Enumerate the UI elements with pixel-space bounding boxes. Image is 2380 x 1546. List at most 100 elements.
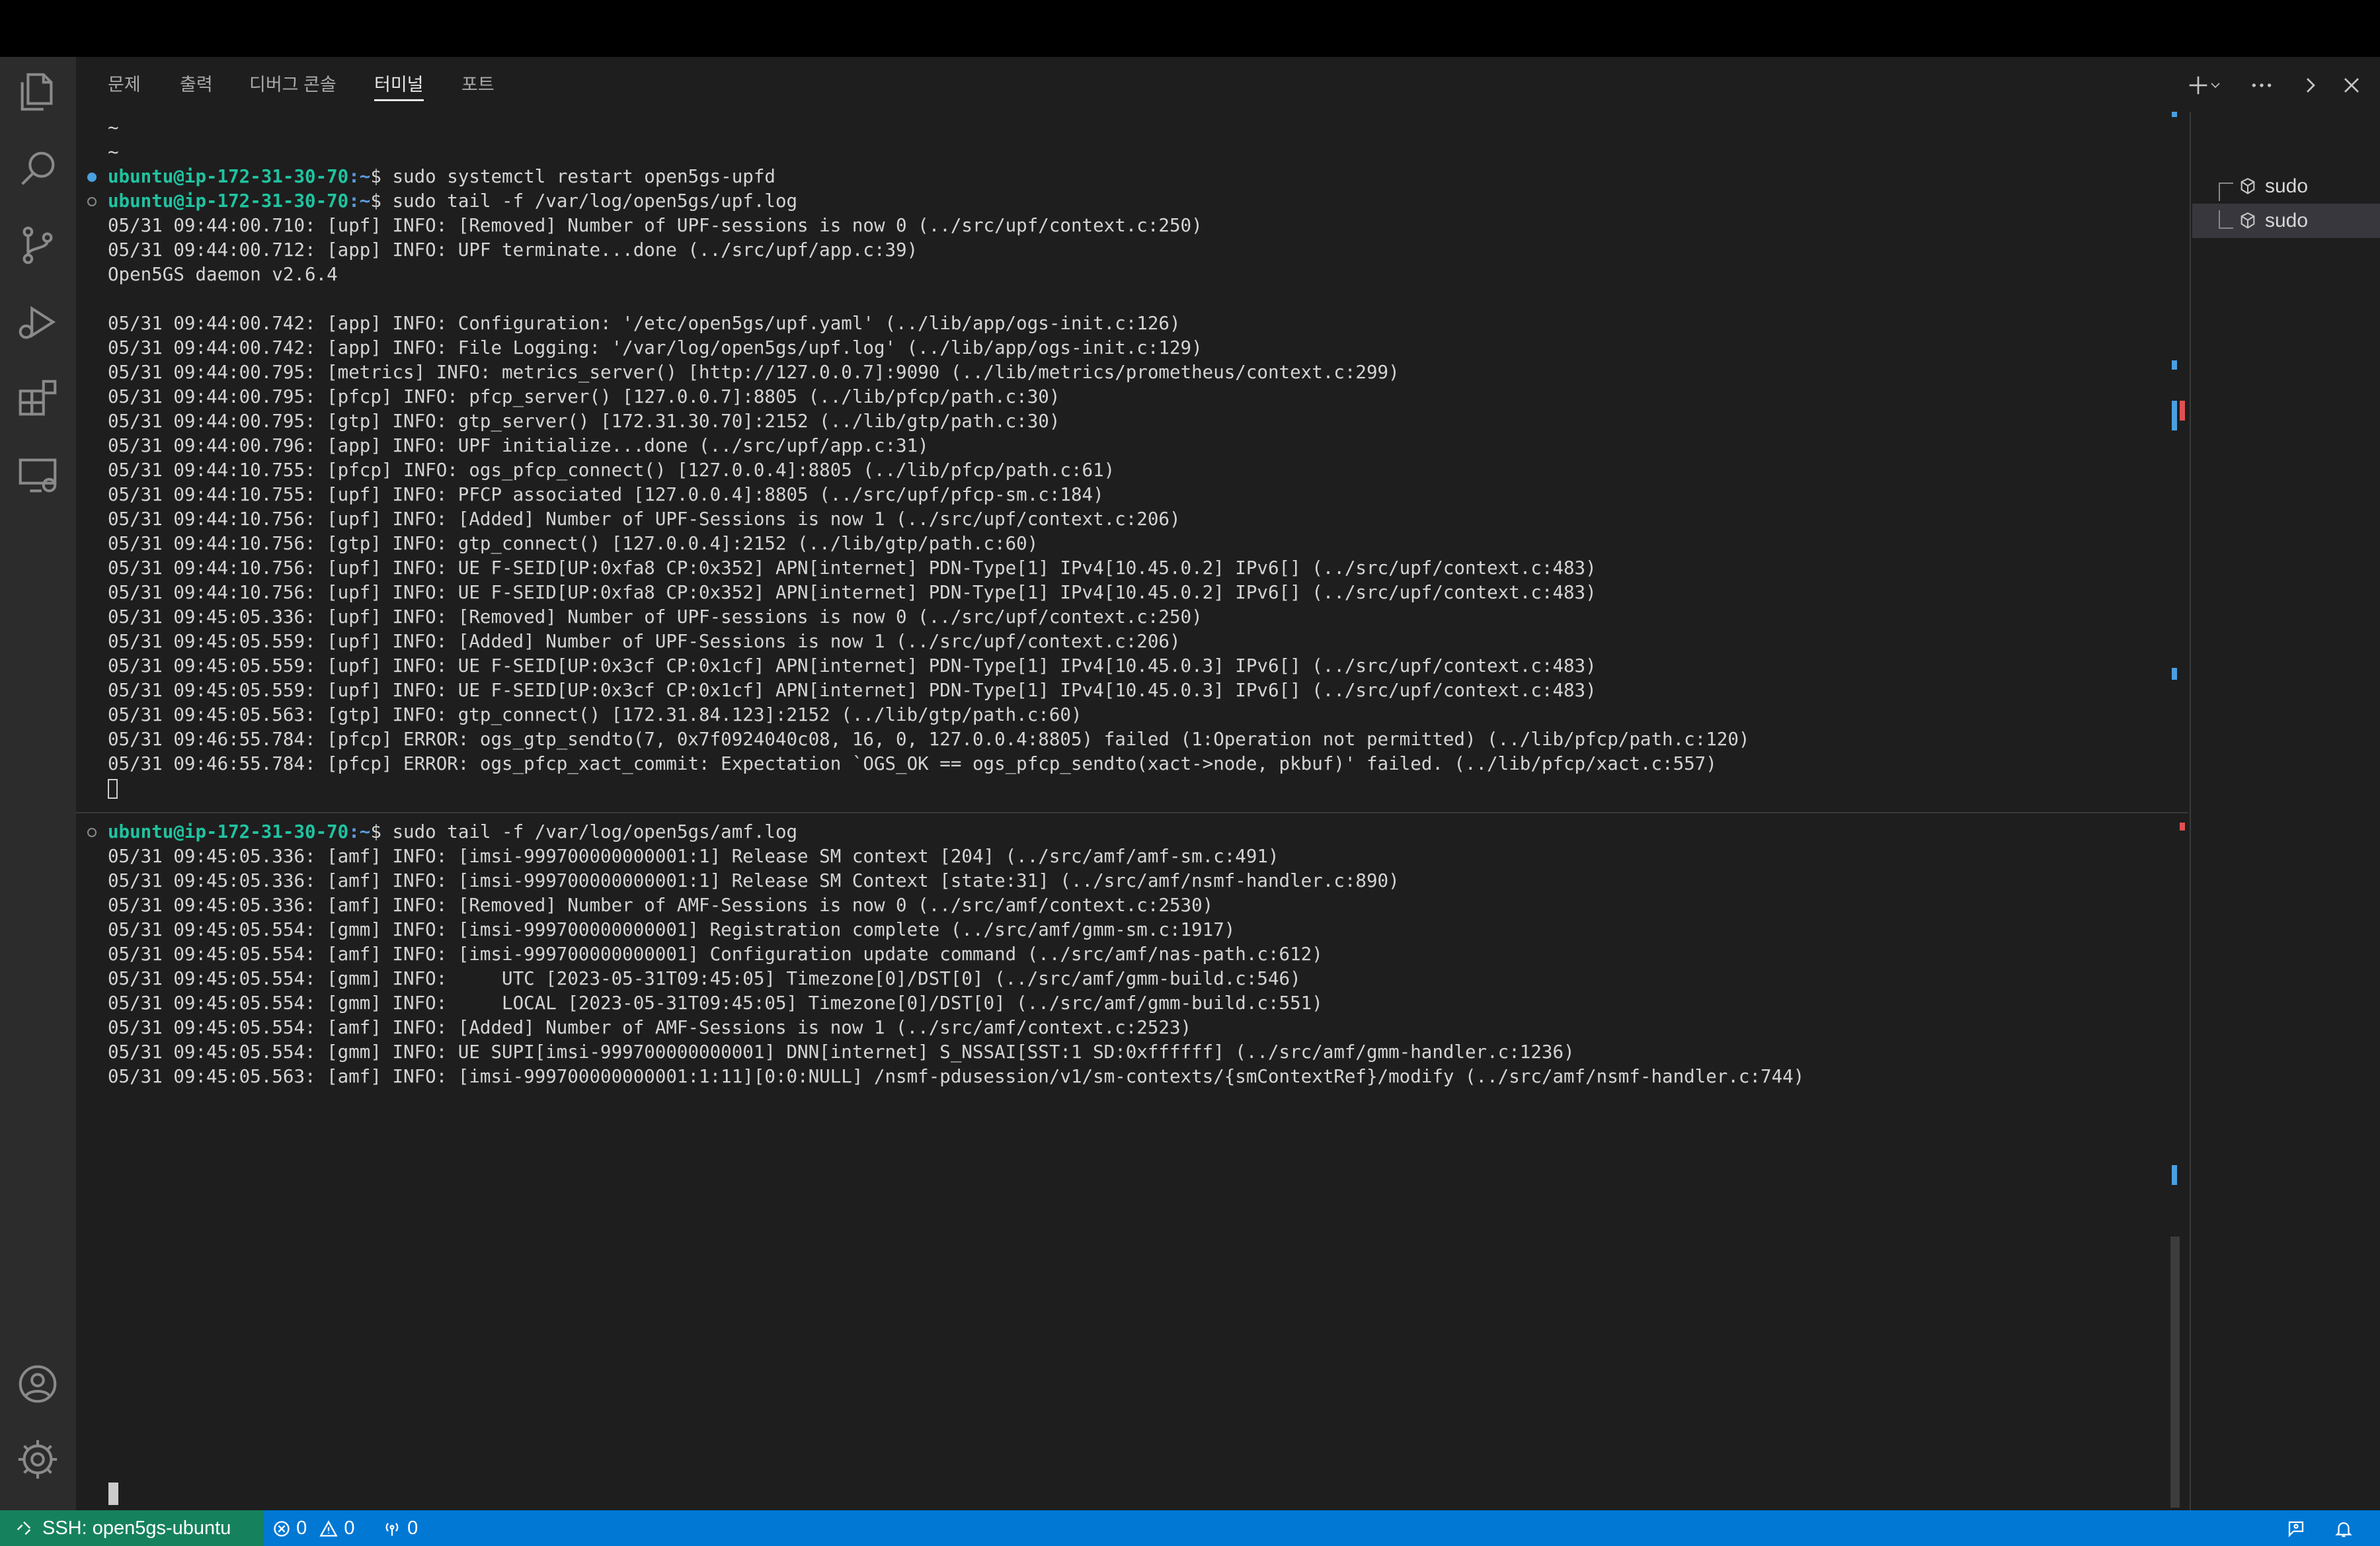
command-decoration-icon[interactable] bbox=[87, 173, 97, 182]
terminal-output-line: 05/31 09:45:05.336: [amf] INFO: [imsi-99… bbox=[108, 870, 1400, 891]
problems-indicator[interactable]: 0 0 bbox=[272, 1510, 354, 1546]
run-debug-icon[interactable] bbox=[15, 299, 61, 345]
explorer-icon[interactable] bbox=[15, 69, 61, 115]
broadcast-icon bbox=[385, 1523, 399, 1536]
terminal-list-item[interactable]: sudo bbox=[2192, 204, 2380, 238]
terminal-output-line: 05/31 09:44:00.742: [app] INFO: Configur… bbox=[108, 313, 1181, 334]
extensions-icon[interactable] bbox=[15, 376, 61, 422]
feedback-icon[interactable] bbox=[2286, 1510, 2306, 1546]
prompt-command: $ sudo systemctl restart open5gs-upfd bbox=[370, 166, 775, 187]
terminal-panel: 문제 출력 디버그 콘솔 터미널 포트 ~ ~ ubuntu@ip-172-31-3… bbox=[76, 57, 2380, 1510]
terminal-output-line: 05/31 09:44:10.756: [gtp] INFO: gtp_conn… bbox=[108, 533, 1039, 554]
command-decoration-icon[interactable] bbox=[87, 197, 97, 206]
terminal-output-line: 05/31 09:45:05.563: [gtp] INFO: gtp_conn… bbox=[108, 704, 1082, 725]
error-count: 0 bbox=[296, 1518, 307, 1539]
more-actions-icon[interactable] bbox=[2245, 69, 2278, 102]
terminal-output-line: 05/31 09:44:10.755: [upf] INFO: PFCP ass… bbox=[108, 484, 1104, 505]
terminal-output-line: ~ bbox=[108, 142, 119, 163]
tab-ports[interactable]: 포트 bbox=[461, 71, 495, 98]
terminal-output-line: 05/31 09:44:10.756: [upf] INFO: UE F-SEI… bbox=[108, 557, 1597, 579]
manage-gear-icon[interactable] bbox=[15, 1436, 61, 1483]
close-panel-icon[interactable] bbox=[2335, 69, 2368, 102]
terminal-output-line: 05/31 09:44:00.795: [metrics] INFO: metr… bbox=[108, 362, 1400, 383]
terminal-output-line: 05/31 09:44:00.795: [pfcp] INFO: pfcp_se… bbox=[108, 386, 1060, 407]
terminal-output-line: 05/31 09:45:05.554: [gmm] INFO: UTC [202… bbox=[108, 968, 1301, 989]
terminal-output-line: 05/31 09:44:00.795: [gtp] INFO: gtp_serv… bbox=[108, 411, 1060, 432]
prompt-user: ubuntu@ip-172-31-30-70 bbox=[108, 166, 349, 187]
scroll-marker bbox=[2172, 112, 2177, 117]
terminal-cursor-line bbox=[76, 776, 2188, 801]
terminal-output-line: ~ bbox=[108, 117, 119, 138]
terminal-split-divider[interactable] bbox=[76, 812, 2188, 813]
terminal-output-line: 05/31 09:45:05.563: [amf] INFO: [imsi-99… bbox=[108, 1066, 1805, 1087]
terminal-output-line: 05/31 09:45:05.554: [gmm] INFO: [imsi-99… bbox=[108, 919, 1236, 940]
scrollbar-thumb[interactable] bbox=[2170, 1237, 2180, 1508]
terminal-output-line: 05/31 09:44:00.712: [app] INFO: UPF term… bbox=[108, 239, 918, 261]
remote-label: SSH: open5gs-ubuntu bbox=[42, 1518, 231, 1539]
window-top-bar bbox=[0, 0, 2380, 57]
panel-tabs: 문제 출력 디버그 콘솔 터미널 포트 bbox=[76, 57, 2192, 112]
warning-count: 0 bbox=[344, 1518, 355, 1539]
activity-bar bbox=[0, 57, 76, 1510]
prompt-path: :~ bbox=[348, 190, 371, 212]
terminal-output-line: 05/31 09:45:05.559: [upf] INFO: [Added] … bbox=[108, 631, 1181, 652]
terminal-output-line: 05/31 09:45:05.554: [gmm] INFO: UE SUPI[… bbox=[108, 1041, 1575, 1063]
chevron-right-icon[interactable] bbox=[2294, 69, 2327, 102]
terminal-command-line: ubuntu@ip-172-31-30-70:~$ sudo tail -f /… bbox=[76, 820, 2188, 844]
terminal-output-line: 05/31 09:44:10.755: [pfcp] INFO: ogs_pfc… bbox=[108, 460, 1115, 481]
terminal-output-line: 05/31 09:45:05.559: [upf] INFO: UE F-SEI… bbox=[108, 680, 1597, 701]
terminal-output-line: 05/31 09:45:05.554: [amf] INFO: [Added] … bbox=[108, 1017, 1192, 1038]
remote-explorer-icon[interactable] bbox=[15, 452, 61, 499]
scroll-marker-error bbox=[2180, 823, 2185, 831]
scroll-marker bbox=[2172, 360, 2177, 370]
terminal-output-line: 05/31 09:45:05.554: [amf] INFO: [imsi-99… bbox=[108, 944, 1323, 965]
prompt-path: :~ bbox=[348, 821, 371, 842]
terminal-command-line: ubuntu@ip-172-31-30-70:~$ sudo tail -f /… bbox=[76, 189, 2188, 214]
terminal-output-line: 05/31 09:44:00.742: [app] INFO: File Log… bbox=[108, 337, 1203, 358]
terminal-cursor bbox=[108, 779, 118, 799]
terminal-list-item[interactable]: sudo bbox=[2192, 169, 2380, 204]
prompt-user: ubuntu@ip-172-31-30-70 bbox=[108, 190, 349, 212]
terminal-output-line: 05/31 09:44:00.796: [app] INFO: UPF init… bbox=[108, 435, 929, 456]
command-decoration-icon[interactable] bbox=[87, 828, 97, 837]
remote-indicator[interactable]: SSH: open5gs-ubuntu bbox=[0, 1510, 263, 1546]
ports-indicator[interactable]: 0 bbox=[382, 1510, 418, 1546]
ports-count: 0 bbox=[407, 1518, 418, 1539]
scroll-marker bbox=[2172, 401, 2177, 430]
prompt-user: ubuntu@ip-172-31-30-70 bbox=[108, 821, 349, 842]
terminal-output-line: 05/31 09:45:05.559: [upf] INFO: UE F-SEI… bbox=[108, 655, 1597, 676]
tree-line bbox=[2219, 183, 2233, 201]
terminal-output-line: 05/31 09:45:05.336: [amf] INFO: [Removed… bbox=[108, 895, 1214, 916]
terminal-output-line: 05/31 09:44:10.756: [upf] INFO: UE F-SEI… bbox=[108, 582, 1597, 603]
tab-debug-console[interactable]: 디버그 콘솔 bbox=[249, 71, 337, 98]
tab-output[interactable]: 출력 bbox=[180, 71, 213, 98]
terminal-output-line: 05/31 09:45:05.554: [gmm] INFO: LOCAL [2… bbox=[108, 993, 1323, 1014]
prompt-command: $ sudo tail -f /var/log/open5gs/amf.log bbox=[370, 821, 798, 842]
terminal-tabs-list: sudo sudo bbox=[2190, 112, 2380, 1510]
terminal-shell-icon bbox=[2241, 212, 2255, 229]
panel-actions bbox=[2182, 69, 2380, 102]
tree-line bbox=[2219, 210, 2233, 229]
source-control-icon[interactable] bbox=[15, 222, 61, 268]
accounts-icon[interactable] bbox=[15, 1361, 61, 1407]
terminal-output-line: 05/31 09:44:10.756: [upf] INFO: [Added] … bbox=[108, 509, 1181, 530]
error-icon bbox=[274, 1521, 290, 1537]
terminal-output-line: 05/31 09:45:05.336: [upf] INFO: [Removed… bbox=[108, 606, 1203, 628]
scroll-marker bbox=[2172, 1165, 2177, 1185]
tab-terminal[interactable]: 터미널 bbox=[374, 71, 424, 101]
terminal-output-amf[interactable]: ubuntu@ip-172-31-30-70:~$ sudo tail -f /… bbox=[76, 820, 2188, 1349]
terminal-cursor bbox=[108, 1483, 118, 1505]
notifications-bell-icon[interactable] bbox=[2334, 1510, 2354, 1546]
terminal-output-upf[interactable]: ~ ~ ubuntu@ip-172-31-30-70:~$ sudo systemc… bbox=[76, 116, 2188, 810]
chevron-down-icon[interactable] bbox=[2205, 69, 2225, 102]
status-bar: SSH: open5gs-ubuntu 0 0 0 bbox=[0, 1510, 2380, 1546]
terminal-output-line: 05/31 09:46:55.784: [pfcp] ERROR: ogs_gt… bbox=[108, 729, 1750, 750]
terminal-output-line: 05/31 09:44:00.710: [upf] INFO: [Removed… bbox=[108, 215, 1203, 236]
search-icon[interactable] bbox=[15, 145, 61, 192]
terminal-output-line: 05/31 09:46:55.784: [pfcp] ERROR: ogs_pf… bbox=[108, 753, 1717, 774]
tab-problems[interactable]: 문제 bbox=[108, 71, 141, 98]
warning-icon bbox=[319, 1520, 338, 1537]
scroll-marker bbox=[2172, 668, 2177, 680]
terminal-output-line: 05/31 09:45:05.336: [amf] INFO: [imsi-99… bbox=[108, 846, 1279, 867]
